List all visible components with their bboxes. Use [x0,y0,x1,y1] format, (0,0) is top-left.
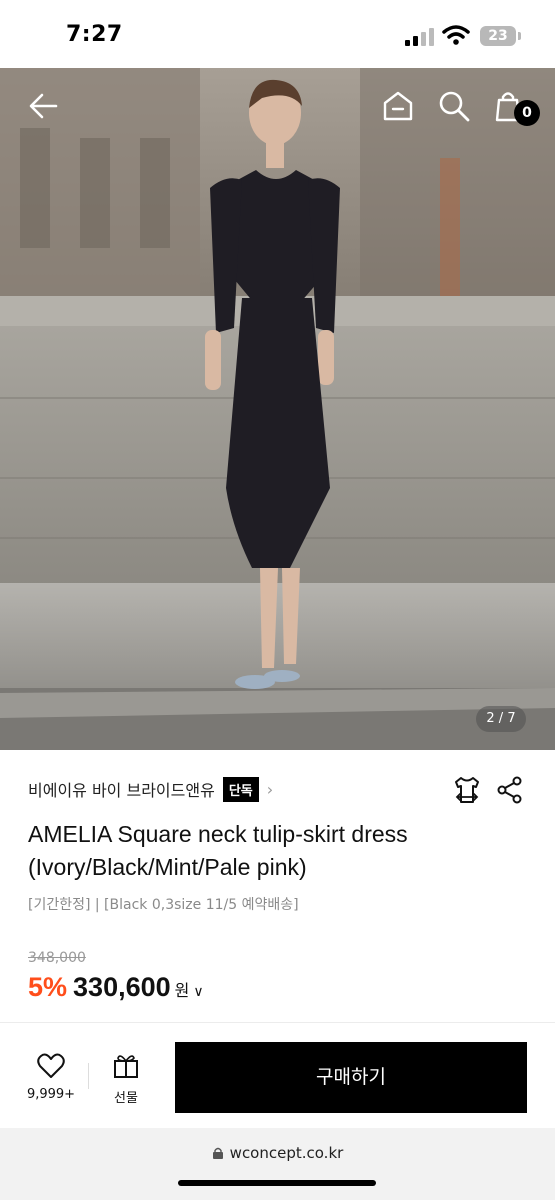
divider [88,1063,89,1089]
bottom-action-bar: 9,999+ 선물 구매하기 [0,1022,555,1128]
carousel-page-indicator: 2 / 7 [476,706,526,732]
search-icon[interactable] [436,88,472,124]
url-display[interactable]: wconcept.co.kr [0,1144,555,1162]
browser-url-bar[interactable]: wconcept.co.kr [0,1128,555,1200]
wifi-icon [442,25,470,45]
wishlist-button[interactable]: 9,999+ [20,1053,82,1113]
back-arrow-icon[interactable] [26,88,62,124]
battery-icon: 23 [480,26,516,46]
product-title: AMELIA Square neck tulip-skirt dress (Iv… [28,821,408,880]
battery-tip [518,32,521,40]
heart-icon [37,1053,65,1078]
chevron-down-icon[interactable]: ∨ [193,984,203,1000]
gift-icon [114,1055,138,1078]
brand-name[interactable]: 비에이유 바이 브라이드앤유 [28,777,215,801]
gift-button[interactable]: 선물 [96,1053,156,1113]
sale-price: 330,600 [73,972,171,1002]
currency-label: 원 [174,981,190,1000]
home-indicator[interactable] [178,1180,376,1186]
share-icon[interactable] [496,776,524,804]
url-text: wconcept.co.kr [229,1144,344,1162]
buy-button[interactable]: 구매하기 [175,1042,527,1113]
brand-row[interactable]: 비에이유 바이 브라이드앤유 단독 › [28,776,273,802]
discount-rate: 5% [28,972,68,1002]
product-image-carousel[interactable]: 0 2 / 7 [0,68,555,750]
original-price: 348,000 [28,950,86,966]
price-row[interactable]: 5% 330,600 원 ∨ [28,972,204,1003]
lock-icon [212,1147,223,1159]
status-bar: 7:27 23 [0,0,555,68]
cellular-signal-icon [405,28,434,46]
home-icon[interactable] [380,88,416,124]
product-photo [0,68,555,750]
product-note: [기간한정] | [Black 0,3size 11/5 예약배송] [28,897,299,913]
chevron-right-icon[interactable]: › [267,780,273,799]
hanger-fit-icon[interactable] [452,775,482,805]
wishlist-count: 9,999+ [26,1087,76,1102]
status-time: 7:27 [66,22,123,47]
gift-label: 선물 [114,1091,138,1106]
cart-count-badge[interactable]: 0 [514,100,540,126]
exclusive-badge: 단독 [222,776,259,802]
